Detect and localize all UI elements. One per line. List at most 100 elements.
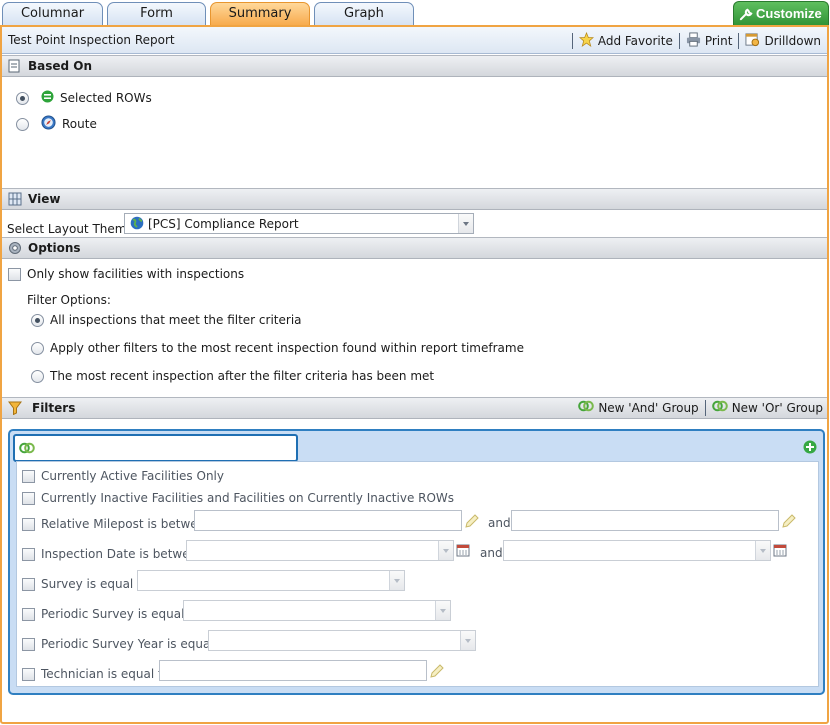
filter-row-technician[interactable]: Technician is equal to — [22, 667, 170, 681]
only-show-facilities-label: Only show facilities with inspections — [27, 267, 245, 281]
chevron-down-icon[interactable] — [458, 214, 473, 233]
periodic-survey-year-label: Periodic Survey Year is equal to — [41, 637, 230, 651]
customize-button[interactable]: Customize — [733, 1, 829, 26]
periodic-survey-label: Periodic Survey is equal to — [41, 607, 201, 621]
filter-option-most-recent-timeframe[interactable]: Apply other filters to the most recent i… — [31, 341, 524, 355]
only-show-facilities-checkbox[interactable] — [8, 267, 21, 281]
based-on-title: Based On — [28, 59, 93, 73]
filter-group: Currently Active Facilities Only Current… — [8, 429, 825, 695]
funnel-icon — [8, 401, 22, 421]
milepost-checkbox[interactable] — [22, 517, 35, 531]
inspection-date-to-picker[interactable] — [503, 540, 771, 561]
layout-theme-label: Select Layout Theme — [7, 222, 134, 236]
chevron-down-icon[interactable] — [389, 571, 404, 590]
filter-row-milepost[interactable]: Relative Milepost is between — [22, 517, 213, 531]
customize-label: Customize — [756, 6, 822, 21]
selected-rows-icon — [41, 90, 54, 106]
tab-form[interactable]: Form — [107, 2, 206, 26]
report-titlebar: Test Point Inspection Report Add Favorit… — [2, 27, 827, 54]
chevron-down-icon[interactable] — [755, 541, 770, 560]
milepost-to-input[interactable] — [511, 510, 779, 531]
tab-graph[interactable]: Graph — [314, 2, 414, 26]
report-title: Test Point Inspection Report — [8, 33, 175, 47]
layout-theme-value: [PCS] Compliance Report — [148, 217, 299, 231]
radio-filter-recent-after[interactable] — [31, 369, 44, 383]
filter-row-inspection-date[interactable]: Inspection Date is between — [22, 547, 205, 561]
new-or-group-button[interactable]: New 'Or' Group — [711, 398, 823, 418]
new-or-group-label: New 'Or' Group — [731, 401, 823, 415]
pencil-icon[interactable] — [429, 663, 445, 682]
chevron-down-icon[interactable] — [435, 601, 450, 620]
chevron-down-icon[interactable] — [460, 631, 475, 650]
filter-option-recent-after-label: The most recent inspection after the fil… — [50, 369, 435, 383]
active-facilities-label: Currently Active Facilities Only — [41, 469, 224, 483]
filter-option-most-recent-after[interactable]: The most recent inspection after the fil… — [31, 369, 434, 383]
add-favorite-button[interactable]: Add Favorite — [578, 31, 673, 50]
calendar-icon[interactable] — [773, 543, 787, 560]
inactive-facilities-label: Currently Inactive Facilities and Facili… — [41, 491, 455, 505]
inspection-date-checkbox[interactable] — [22, 547, 35, 561]
technician-input[interactable] — [159, 660, 427, 681]
add-filter-icon[interactable] — [803, 440, 817, 457]
only-show-facilities-option[interactable]: Only show facilities with inspections — [8, 267, 244, 281]
radio-route[interactable] — [16, 117, 29, 131]
filter-row-periodic-survey[interactable]: Periodic Survey is equal to — [22, 607, 200, 621]
gear-icon — [8, 241, 22, 261]
radio-selected-rows[interactable] — [16, 91, 29, 105]
inactive-facilities-checkbox[interactable] — [22, 491, 35, 505]
star-icon — [578, 31, 594, 50]
print-button[interactable]: Print — [686, 31, 733, 50]
technician-checkbox[interactable] — [22, 667, 35, 681]
filter-row-inactive[interactable]: Currently Inactive Facilities and Facili… — [22, 491, 454, 505]
report-panel: Test Point Inspection Report Add Favorit… — [0, 25, 829, 724]
inspection-date-label: Inspection Date is between — [41, 547, 205, 561]
filter-criteria-list: Currently Active Facilities Only Current… — [16, 461, 819, 687]
view-header: View — [2, 188, 827, 210]
based-on-header: Based On — [2, 55, 827, 77]
selected-rows-label: Selected ROWs — [60, 91, 152, 105]
add-favorite-label: Add Favorite — [597, 33, 673, 48]
filters-header: Filters New 'And' Group New 'Or' Group — [2, 397, 827, 419]
new-and-group-button[interactable]: New 'And' Group — [578, 398, 699, 418]
print-label: Print — [704, 33, 733, 48]
periodic-survey-year-select[interactable] — [208, 630, 476, 651]
inspection-date-from-picker[interactable] — [186, 540, 454, 561]
periodic-survey-year-checkbox[interactable] — [22, 637, 35, 651]
globe-icon — [130, 216, 144, 233]
filter-row-active[interactable]: Currently Active Facilities Only — [22, 469, 224, 483]
tab-columnar[interactable]: Columnar — [2, 2, 103, 26]
survey-select[interactable] — [137, 570, 405, 591]
drilldown-button[interactable]: Drilldown — [745, 32, 821, 50]
survey-label: Survey is equal to — [41, 577, 150, 591]
or-group-icon — [711, 398, 728, 418]
survey-checkbox[interactable] — [22, 577, 35, 591]
calendar-icon[interactable] — [456, 543, 470, 560]
view-title: View — [28, 192, 61, 206]
filter-row-periodic-survey-year[interactable]: Periodic Survey Year is equal to — [22, 637, 230, 651]
new-and-group-label: New 'And' Group — [598, 401, 699, 415]
and-group-icon — [578, 398, 595, 418]
options-title: Options — [28, 241, 81, 255]
periodic-survey-checkbox[interactable] — [22, 607, 35, 621]
filter-row-survey[interactable]: Survey is equal to — [22, 577, 149, 591]
based-on-route[interactable]: Route — [16, 115, 97, 133]
milepost-from-input[interactable] — [194, 510, 462, 531]
pencil-icon[interactable] — [781, 513, 797, 532]
inspection-date-and-label: and — [480, 546, 503, 560]
chevron-down-icon[interactable] — [438, 541, 453, 560]
pencil-icon[interactable] — [464, 513, 480, 532]
tab-strip: Columnar Form Summary Graph Customize — [0, 0, 830, 26]
active-facilities-checkbox[interactable] — [22, 469, 35, 483]
printer-icon — [686, 31, 701, 50]
filter-option-all[interactable]: All inspections that meet the filter cri… — [31, 313, 302, 327]
technician-label: Technician is equal to — [41, 667, 171, 681]
tab-summary[interactable]: Summary — [210, 2, 310, 26]
radio-filter-recent-timeframe[interactable] — [31, 341, 44, 355]
milepost-and-label: and — [488, 516, 511, 530]
radio-filter-all[interactable] — [31, 313, 44, 327]
based-on-selected-rows[interactable]: Selected ROWs — [16, 90, 152, 106]
filter-option-all-label: All inspections that meet the filter cri… — [50, 313, 302, 327]
periodic-survey-select[interactable] — [183, 600, 451, 621]
layout-theme-select[interactable]: [PCS] Compliance Report — [124, 213, 474, 234]
group-name-input[interactable] — [13, 434, 298, 462]
